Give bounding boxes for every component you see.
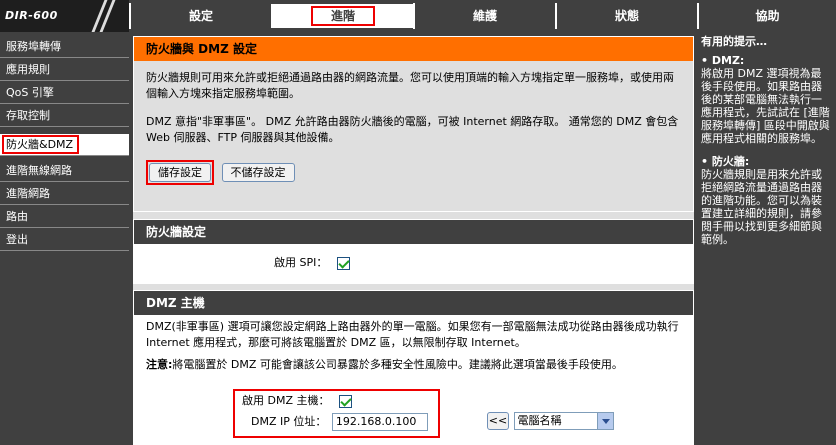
- sidebar-item-port-forwarding[interactable]: 服務埠轉傳: [0, 36, 129, 58]
- enable-dmz-label: 啟用 DMZ 主機：: [242, 394, 330, 407]
- help-dmz-text: 將啟用 DMZ 選項視為最後手段使用。如果路由器後的某部電腦無法執行一應用程式，…: [701, 67, 830, 145]
- dmz-description: DMZ(非軍事區) 選項可讓您設定網路上路由器外的單一電腦。如果您有一部電腦無法…: [146, 320, 679, 349]
- button-row: 儲存設定 不儲存設定: [146, 160, 681, 185]
- help-panel: 有用的提示… • DMZ: 將啟用 DMZ 選項視為最後手段使用。如果路由器後的…: [697, 32, 836, 445]
- computer-picker-row: << 電腦名稱: [487, 412, 614, 430]
- save-settings-button[interactable]: 儲存設定: [149, 163, 211, 182]
- sidebar-item-access-control[interactable]: 存取控制: [0, 105, 129, 127]
- dmz-note-label: 注意:: [146, 358, 173, 371]
- dont-save-settings-button[interactable]: 不儲存設定: [221, 163, 295, 182]
- dmz-note-text: 將電腦置於 DMZ 可能會讓該公司暴露於多種安全性風險中。建議將此選項當最後手段…: [172, 358, 623, 371]
- dmz-host-title: DMZ 主機: [134, 291, 693, 315]
- dmz-intro-text: DMZ 意指"非軍事區"。 DMZ 允許路由器防火牆後的電腦，可被 Intern…: [146, 115, 679, 144]
- dmz-ip-label: DMZ IP 位址：: [251, 415, 327, 428]
- tab-advanced[interactable]: 進階: [271, 4, 413, 28]
- firewall-settings-card: 防火牆設定 啟用 SPI：: [133, 219, 694, 284]
- tab-maintenance[interactable]: 維護: [413, 3, 555, 29]
- sidebar-item-logout[interactable]: 登出: [0, 229, 129, 251]
- fw-dmz-description: 防火牆規則可用來允許或拒絕通過路由器的網路流量。您可以使用頂端的輸入方塊指定單一…: [134, 61, 693, 191]
- help-firewall: • 防火牆: 防火牆規則是用來允許或拒絕網路流量通過路由器的進階功能。您可以為裝…: [701, 155, 832, 246]
- sidebar-item-firewall-dmz[interactable]: 防火牆&DMZ: [0, 134, 129, 156]
- computer-name-select-value: 電腦名稱: [517, 414, 562, 427]
- help-dmz-title: • DMZ:: [701, 54, 745, 67]
- help-dmz: • DMZ: 將啟用 DMZ 選項視為最後手段使用。如果路由器後的某部電腦無法執…: [701, 54, 832, 145]
- logo: DIR-600: [0, 0, 129, 32]
- page-title: 防火牆與 DMZ 設定: [134, 37, 693, 61]
- firewall-settings-title: 防火牆設定: [134, 220, 693, 244]
- firewall-intro-text: 防火牆規則可用來允許或拒絕通過路由器的網路流量。您可以使用頂端的輸入方塊指定單一…: [146, 71, 674, 100]
- dmz-host-card: DMZ 主機 DMZ(非軍事區) 選項可讓您設定網路上路由器外的單一電腦。如果您…: [133, 290, 694, 445]
- sidebar-item-advanced-wireless[interactable]: 進階無線網路: [0, 160, 129, 182]
- tab-help[interactable]: 協助: [697, 3, 836, 29]
- top-nav-bar: DIR-600 設定 進階 維護 狀態 協助: [0, 0, 836, 32]
- copy-computer-ip-button[interactable]: <<: [487, 412, 509, 430]
- sidebar-item-application-rules[interactable]: 應用規則: [0, 59, 129, 81]
- chevron-down-icon: [596, 413, 613, 429]
- main-content: 防火牆與 DMZ 設定 防火牆規則可用來允許或拒絕通過路由器的網路流量。您可以使…: [133, 36, 694, 445]
- enable-spi-checkbox[interactable]: [336, 256, 350, 270]
- dmz-ip-input[interactable]: 192.168.0.100: [331, 413, 428, 431]
- help-title: 有用的提示…: [701, 35, 767, 48]
- sidebar: 服務埠轉傳 應用規則 QoS 引擎 存取控制 防火牆&DMZ 進階無線網路 進階…: [0, 36, 129, 445]
- help-firewall-title: • 防火牆:: [701, 155, 750, 168]
- dmz-host-body: DMZ(非軍事區) 選項可讓您設定網路上路由器外的單一電腦。如果您有一部電腦無法…: [134, 315, 693, 445]
- sidebar-item-qos[interactable]: QoS 引擎: [0, 82, 129, 104]
- sidebar-item-routing[interactable]: 路由: [0, 206, 129, 228]
- dmz-enable-row: 啟用 DMZ 主機：: [242, 393, 352, 409]
- router-admin-page: DIR-600 設定 進階 維護 狀態 協助 服務埠轉傳 應用規則 QoS 引擎…: [0, 0, 836, 445]
- spi-label: 啟用 SPI：: [274, 256, 328, 269]
- save-button-highlight: 儲存設定: [146, 160, 214, 185]
- dmz-ip-row: DMZ IP 位址： 192.168.0.100: [251, 413, 428, 431]
- tab-status[interactable]: 狀態: [555, 3, 697, 29]
- help-firewall-text: 防火牆規則是用來允許或拒絕網路流量通過路由器的進階功能。您可以為裝置建立詳細的規…: [701, 168, 822, 246]
- computer-name-select[interactable]: 電腦名稱: [513, 412, 614, 430]
- spi-row: 啟用 SPI：: [134, 244, 693, 283]
- logo-text: DIR-600: [5, 9, 58, 22]
- tab-setup[interactable]: 設定: [129, 3, 271, 29]
- sidebar-item-advanced-network[interactable]: 進階網路: [0, 183, 129, 205]
- enable-dmz-checkbox[interactable]: [339, 394, 352, 408]
- dmz-note: 注意:將電腦置於 DMZ 可能會讓該公司暴露於多種安全性風險中。建議將此選項當最…: [146, 357, 681, 373]
- fw-dmz-settings-card: 防火牆與 DMZ 設定 防火牆規則可用來允許或拒絕通過路由器的網路流量。您可以使…: [133, 36, 694, 212]
